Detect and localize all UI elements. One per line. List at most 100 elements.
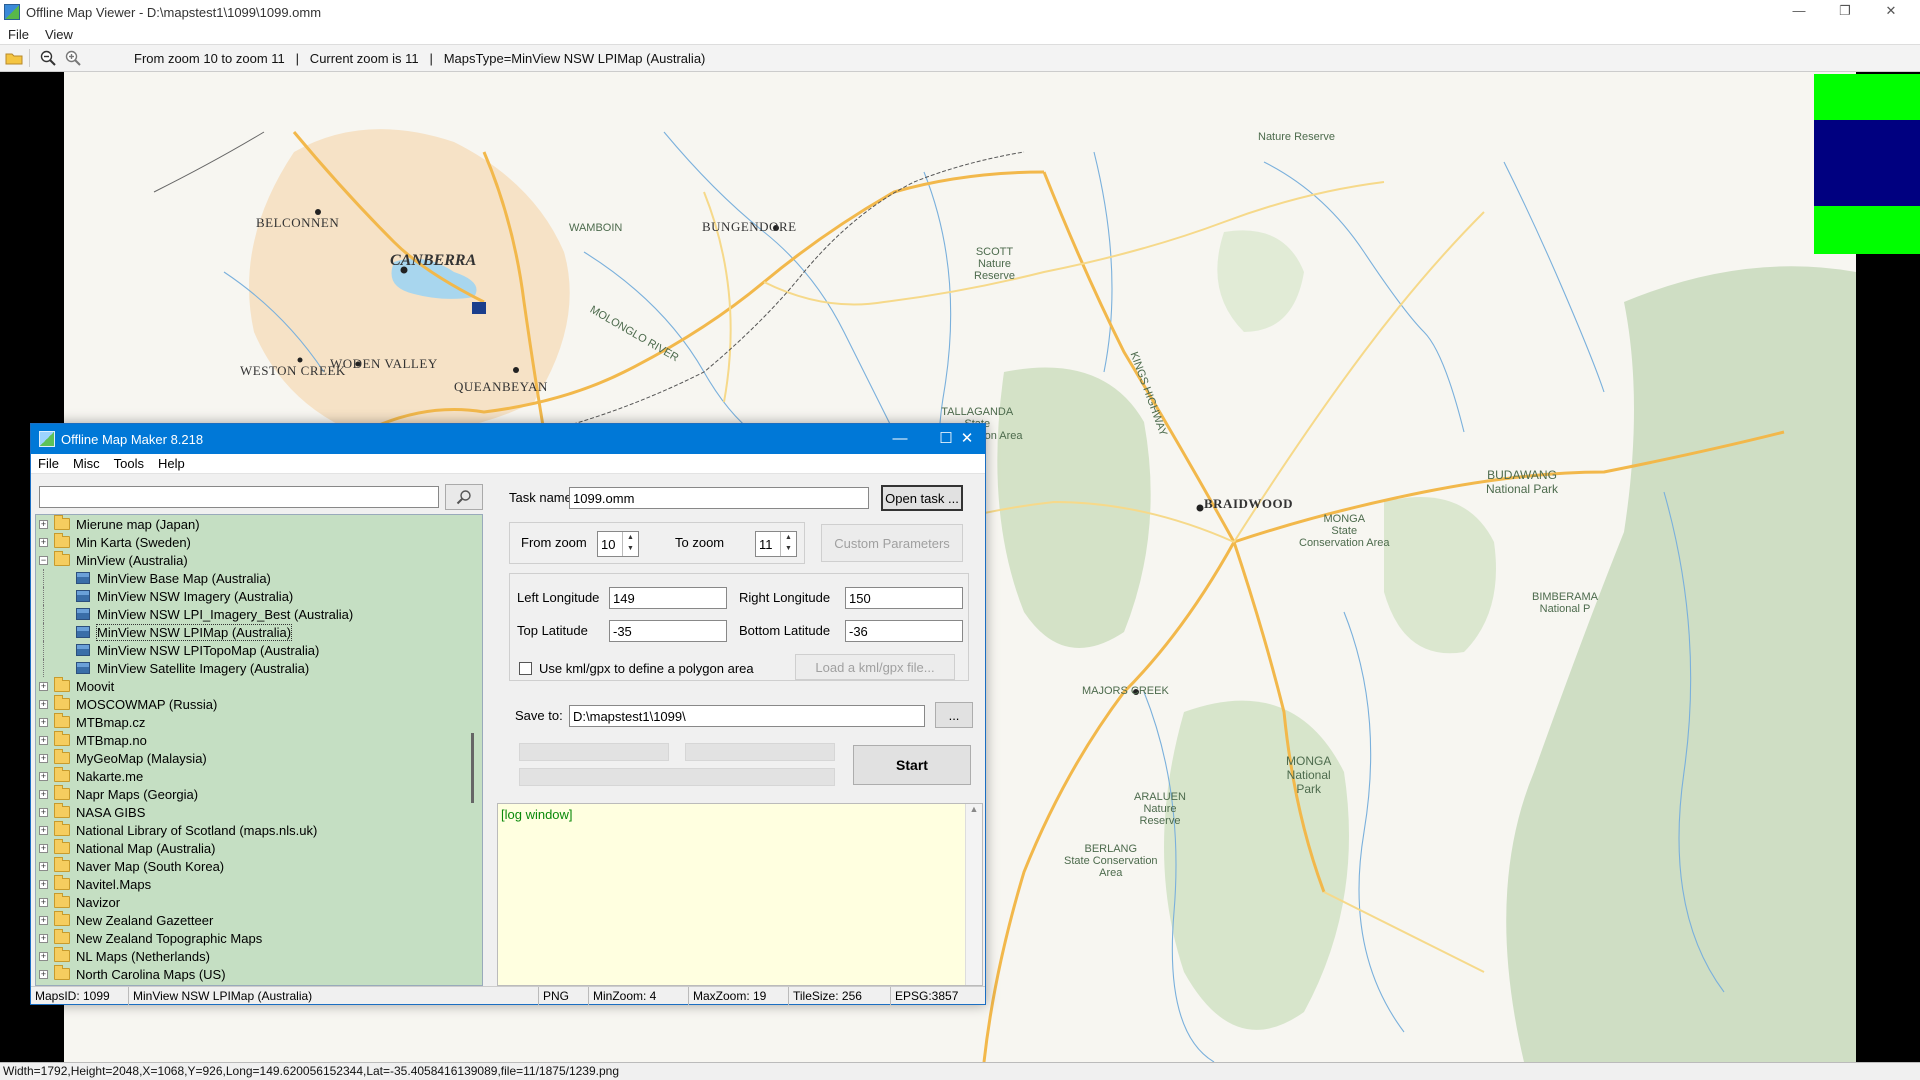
maximize-button[interactable]: ❐: [1822, 0, 1868, 24]
search-input[interactable]: [39, 486, 439, 508]
tree-folder-item[interactable]: + Navitel.Maps: [36, 875, 482, 893]
maker-menu-file[interactable]: File: [31, 456, 66, 471]
tree-item-label: Nakarte.me: [76, 768, 144, 784]
menu-file[interactable]: File: [0, 27, 37, 42]
tree-folder-item[interactable]: + Naver Map (South Korea): [36, 857, 482, 875]
expand-icon[interactable]: +: [39, 951, 48, 961]
folder-icon: [54, 533, 70, 548]
bottom-latitude-input[interactable]: [845, 620, 963, 642]
minimize-button[interactable]: —: [1776, 0, 1822, 24]
tree-map-item[interactable]: MinView NSW LPIMap (Australia): [36, 623, 482, 641]
expand-icon[interactable]: +: [39, 699, 48, 709]
right-longitude-input[interactable]: [845, 587, 963, 609]
tree-item-label: MinView NSW LPIMap (Australia): [95, 623, 293, 641]
tree-folder-item[interactable]: + MyGeoMap (Malaysia): [36, 749, 482, 767]
top-latitude-input[interactable]: [609, 620, 727, 642]
tree-folder-item[interactable]: + North Carolina Maps (US): [36, 965, 482, 983]
map-maker-dialog: Offline Map Maker 8.218 — ☐ ✕ File Misc …: [30, 423, 986, 1005]
load-kml-button[interactable]: Load a kml/gpx file...: [795, 654, 955, 680]
map-label-nature-reserve: Nature Reserve: [1258, 131, 1336, 143]
expand-icon[interactable]: +: [39, 771, 48, 781]
maker-menu-tools[interactable]: Tools: [107, 456, 151, 471]
tree-item-label: MinView NSW LPI_Imagery_Best (Australia): [97, 606, 354, 622]
tree-folder-item[interactable]: + MTBmap.no: [36, 731, 482, 749]
tree-folder-item[interactable]: + Nakarte.me: [36, 767, 482, 785]
open-task-button[interactable]: Open task ...: [881, 485, 963, 511]
tree-folder-item[interactable]: + National Library of Scotland (maps.nls.…: [36, 821, 482, 839]
tree-item-label: Moovit: [76, 678, 115, 694]
tree-scroll-thumb[interactable]: [471, 733, 474, 803]
tree-folder-item[interactable]: + National Map (Australia): [36, 839, 482, 857]
map-label-canberra: CANBERRA: [390, 252, 477, 269]
log-window[interactable]: [log window] ▲: [497, 803, 983, 986]
expand-icon[interactable]: +: [39, 807, 48, 817]
tree-folder-item[interactable]: + MTBmap.cz: [36, 713, 482, 731]
maker-close-button[interactable]: ✕: [947, 424, 987, 454]
folder-icon: [54, 803, 70, 818]
tree-folder-item[interactable]: − MinView (Australia): [36, 551, 482, 569]
from-zoom-spinner[interactable]: ▲ ▼: [622, 532, 638, 556]
expand-icon[interactable]: +: [39, 735, 48, 745]
tree-guide-line: [43, 569, 44, 587]
tree-folder-item[interactable]: + Navizor: [36, 893, 482, 911]
tree-folder-item[interactable]: + Mierune map (Japan): [36, 515, 482, 533]
expand-icon[interactable]: +: [39, 969, 48, 979]
expand-icon[interactable]: +: [39, 933, 48, 943]
map-source-tree[interactable]: + Mierune map (Japan) + Min Karta (Sweden) −…: [35, 514, 483, 986]
expand-icon[interactable]: +: [39, 825, 48, 835]
maker-menu-misc[interactable]: Misc: [66, 456, 107, 471]
folder-icon: [54, 731, 70, 746]
tree-folder-item[interactable]: + New Zealand Gazetteer: [36, 911, 482, 929]
toolbar-separator: [29, 49, 30, 67]
expand-icon[interactable]: +: [39, 789, 48, 799]
tree-map-item[interactable]: MinView NSW LPITopoMap (Australia): [36, 641, 482, 659]
tree-folder-item[interactable]: + Min Karta (Sweden): [36, 533, 482, 551]
bottom-latitude-label: Bottom Latitude: [739, 623, 831, 638]
expand-icon[interactable]: +: [39, 897, 48, 907]
close-button[interactable]: ✕: [1868, 0, 1914, 24]
map-label-belconnen: BELCONNEN: [256, 215, 340, 230]
tree-map-item[interactable]: MinView NSW LPI_Imagery_Best (Australia): [36, 605, 482, 623]
maker-menubar: File Misc Tools Help: [31, 454, 985, 474]
left-longitude-input[interactable]: [609, 587, 727, 609]
viewer-statusbar: Width=1792,Height=2048,X=1068,Y=926,Long…: [0, 1062, 1920, 1080]
tree-folder-item[interactable]: + Moovit: [36, 677, 482, 695]
tree-map-item[interactable]: MinView NSW Imagery (Australia): [36, 587, 482, 605]
zoom-out-button[interactable]: [37, 47, 59, 69]
maker-minimize-button[interactable]: —: [877, 424, 923, 454]
tree-folder-item[interactable]: + NL Maps (Netherlands): [36, 947, 482, 965]
expand-icon[interactable]: +: [39, 753, 48, 763]
folder-icon: [54, 965, 70, 980]
expand-icon[interactable]: +: [39, 843, 48, 853]
use-kml-checkbox[interactable]: [519, 662, 532, 675]
browse-folder-button[interactable]: ...: [935, 702, 973, 728]
tree-folder-item[interactable]: + New Zealand Topographic Maps: [36, 929, 482, 947]
tree-scrollbar[interactable]: [465, 515, 482, 985]
tree-map-item[interactable]: MinView Satellite Imagery (Australia): [36, 659, 482, 677]
task-name-input[interactable]: [569, 487, 869, 509]
expand-icon[interactable]: +: [39, 537, 48, 547]
tree-map-item[interactable]: MinView Base Map (Australia): [36, 569, 482, 587]
expand-icon[interactable]: +: [39, 861, 48, 871]
search-button[interactable]: [445, 484, 483, 510]
expand-icon[interactable]: +: [39, 681, 48, 691]
collapse-icon[interactable]: −: [39, 555, 48, 565]
expand-icon[interactable]: +: [39, 519, 48, 529]
expand-icon[interactable]: +: [39, 915, 48, 925]
expand-icon[interactable]: +: [39, 717, 48, 727]
open-folder-button[interactable]: [3, 47, 25, 69]
tree-folder-item[interactable]: + NASA GIBS: [36, 803, 482, 821]
log-scrollbar[interactable]: ▲: [965, 804, 982, 985]
save-to-input[interactable]: [569, 705, 925, 727]
menu-view[interactable]: View: [37, 27, 81, 42]
tree-folder-item[interactable]: + MOSCOWMAP (Russia): [36, 695, 482, 713]
tree-guide-line: [43, 641, 44, 659]
start-button[interactable]: Start: [853, 745, 971, 785]
custom-parameters-button[interactable]: Custom Parameters: [821, 524, 963, 562]
tree-folder-item[interactable]: + Napr Maps (Georgia): [36, 785, 482, 803]
to-zoom-spinner[interactable]: ▲ ▼: [780, 532, 796, 556]
expand-icon[interactable]: +: [39, 879, 48, 889]
overview-minimap[interactable]: [1814, 74, 1920, 254]
zoom-in-button[interactable]: [62, 47, 84, 69]
maker-menu-help[interactable]: Help: [151, 456, 192, 471]
